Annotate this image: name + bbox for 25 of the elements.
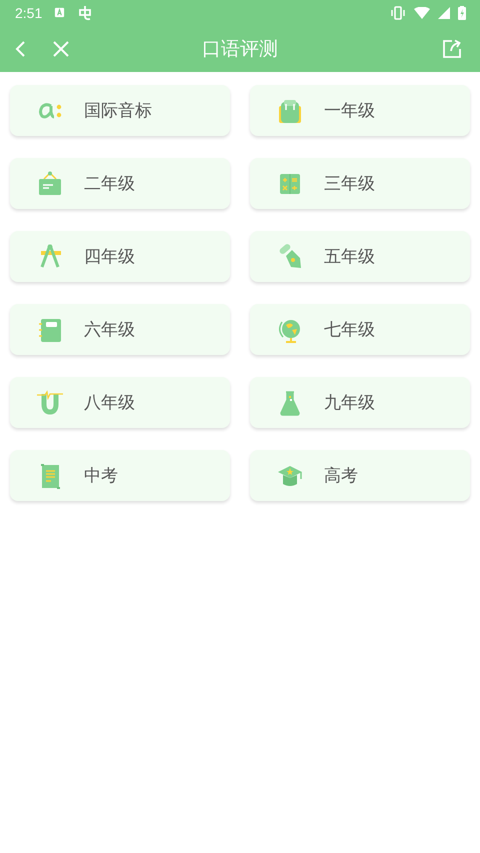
- back-icon: [14, 40, 26, 58]
- grade-card[interactable]: 六年级: [10, 304, 230, 355]
- vibrate-icon: [390, 6, 406, 20]
- magnet-icon: [36, 388, 64, 416]
- grade-card[interactable]: 七年级: [250, 304, 470, 355]
- wifi-icon: [414, 6, 430, 18]
- board-icon: [36, 170, 64, 198]
- grade-card[interactable]: 三年级: [250, 158, 470, 209]
- page-title: 口语评测: [202, 36, 278, 62]
- grade-card[interactable]: 一年级: [250, 85, 470, 136]
- grade-card[interactable]: 高考: [250, 450, 470, 501]
- status-time: 2:51: [15, 4, 42, 20]
- grade-card[interactable]: 五年级: [250, 231, 470, 282]
- grade-card[interactable]: 九年级: [250, 377, 470, 428]
- grade-card[interactable]: 四年级: [10, 231, 230, 282]
- grade-card[interactable]: 中考: [10, 450, 230, 501]
- battery-icon: [458, 6, 466, 20]
- close-icon: [52, 40, 70, 58]
- signal-icon: [438, 6, 450, 18]
- grade-card[interactable]: 八年级: [10, 377, 230, 428]
- grade-card[interactable]: 国际音标: [10, 85, 230, 136]
- grade-card[interactable]: 二年级: [10, 158, 230, 209]
- notification-icon: [54, 7, 66, 18]
- share-icon: [442, 38, 462, 58]
- notification-icon: [77, 4, 94, 20]
